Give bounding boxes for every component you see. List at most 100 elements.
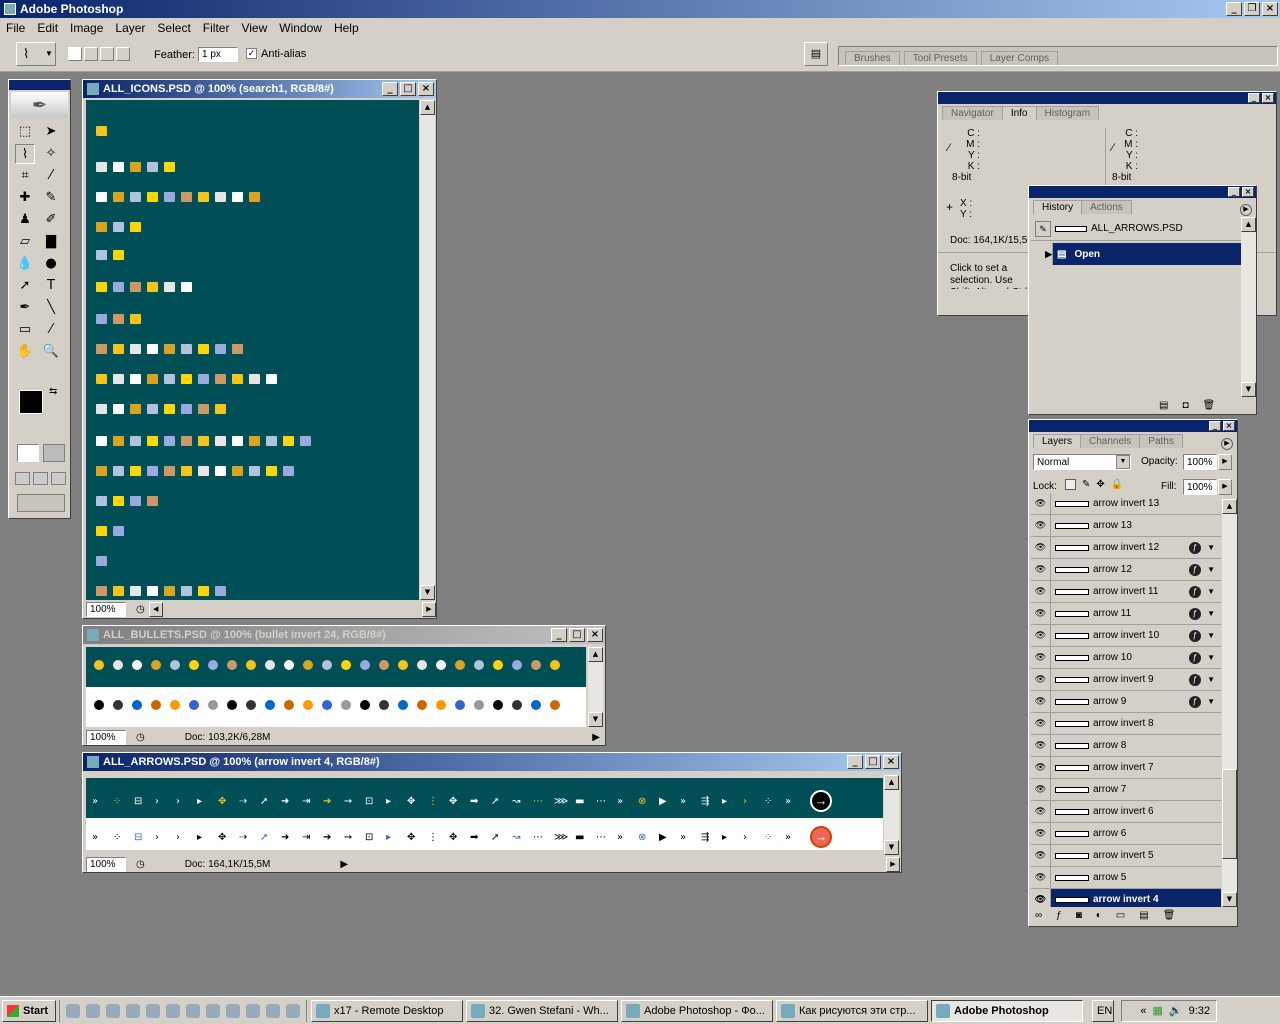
menu-image[interactable]: Image bbox=[64, 21, 109, 35]
sample-icon[interactable] bbox=[130, 436, 141, 446]
bullet-icon[interactable] bbox=[246, 700, 256, 710]
layer-row[interactable]: 👁 arrow invert 8 bbox=[1031, 713, 1221, 735]
chevron-down-icon[interactable]: ▼ bbox=[1207, 543, 1215, 552]
canvas-icons[interactable] bbox=[86, 100, 419, 600]
scroll-down-arrow[interactable]: ▼ bbox=[884, 840, 899, 855]
scroll-up-arrow[interactable]: ▲ bbox=[588, 647, 603, 662]
eye-icon[interactable]: 👁 bbox=[1031, 537, 1051, 558]
hand-icon[interactable]: ✋ bbox=[15, 342, 35, 362]
layer-row[interactable]: 👁 arrow 9 ƒ ▼ bbox=[1031, 691, 1221, 713]
tab-paths[interactable]: Paths bbox=[1139, 434, 1183, 448]
bullet-icon[interactable] bbox=[113, 660, 123, 670]
sample-icon[interactable] bbox=[96, 250, 107, 260]
eye-icon[interactable]: 👁 bbox=[1031, 801, 1051, 822]
link-icon[interactable]: ∞ bbox=[1035, 910, 1042, 921]
arrow-icon[interactable]: ➔ bbox=[323, 832, 339, 843]
bullet-icon[interactable] bbox=[303, 700, 313, 710]
menu-filter[interactable]: Filter bbox=[197, 21, 236, 35]
arrow-icon[interactable]: ▸ bbox=[197, 832, 213, 843]
sample-icon[interactable] bbox=[164, 374, 175, 384]
sample-icon[interactable] bbox=[96, 162, 107, 172]
camera-snapshot-icon[interactable]: ◘ bbox=[1182, 400, 1188, 411]
arrow-icon[interactable]: ➚ bbox=[260, 832, 276, 843]
sample-icon[interactable] bbox=[181, 436, 192, 446]
bullet-icon[interactable] bbox=[265, 700, 275, 710]
sample-icon[interactable] bbox=[96, 126, 107, 136]
minimize-button[interactable]: _ bbox=[382, 82, 398, 96]
add-selection-icon[interactable] bbox=[84, 47, 98, 61]
photoshop-icon[interactable] bbox=[166, 1003, 180, 1018]
sample-icon[interactable] bbox=[147, 282, 158, 292]
status-arrow-icon[interactable]: ▶ bbox=[592, 732, 600, 743]
desktop-icon[interactable] bbox=[66, 1003, 80, 1018]
bullet-icon[interactable] bbox=[227, 660, 237, 670]
bullet-icon[interactable] bbox=[341, 660, 351, 670]
arrow-icon[interactable]: ➡ bbox=[470, 832, 486, 843]
layer-effects-icon[interactable]: ƒ bbox=[1189, 563, 1201, 576]
scroll-up-arrow[interactable]: ▲ bbox=[1241, 217, 1256, 232]
crop-icon[interactable]: ⌗ bbox=[15, 166, 35, 186]
arrow-icon[interactable]: ⋮ bbox=[428, 796, 444, 807]
bullet-icon[interactable] bbox=[455, 700, 465, 710]
scroll-right-arrow[interactable]: ▶ bbox=[886, 856, 900, 872]
sample-icon[interactable] bbox=[215, 374, 226, 384]
layer-style-icon[interactable]: ƒ bbox=[1056, 910, 1062, 921]
arrow-icon[interactable]: ⋯ bbox=[533, 832, 549, 843]
eye-icon[interactable]: 👁 bbox=[1031, 625, 1051, 646]
antialias-checkbox[interactable]: ✓ bbox=[246, 48, 257, 59]
close-button[interactable]: × bbox=[1242, 187, 1254, 197]
arrow-icon[interactable]: ✥ bbox=[449, 832, 465, 843]
sample-icon[interactable] bbox=[147, 162, 158, 172]
move-icon[interactable]: ➤ bbox=[41, 122, 61, 142]
eye-icon[interactable]: 👁 bbox=[1031, 493, 1051, 514]
arrow-icon[interactable]: ⋙ bbox=[554, 832, 570, 843]
scroll-down-arrow[interactable]: ▼ bbox=[420, 585, 435, 600]
close-button[interactable]: × bbox=[883, 755, 899, 769]
canvas-arrows-light[interactable]: » ⁘ ⊟ › › ▸ ✥ ⇢ ➚ ➜ ⇥ ➔ ➙ ⊡ ▸ ✥ ⋮ ✥ ➡ ➚ ↝ ⋯ ⋙ ▬ ⋯ » ⊗ ▶ » ⇶ ▸ › ⁘ » → bbox=[86, 818, 883, 850]
layer-row[interactable]: 👁 arrow 13 bbox=[1031, 515, 1221, 537]
maximize-button[interactable]: □ bbox=[400, 82, 416, 96]
sample-icon[interactable] bbox=[181, 192, 192, 202]
scroll-up-arrow[interactable]: ▲ bbox=[420, 100, 435, 115]
sample-icon[interactable] bbox=[130, 466, 141, 476]
bullet-icon[interactable] bbox=[550, 700, 560, 710]
trash-icon[interactable]: 🗑 bbox=[1203, 400, 1216, 411]
opacity-input[interactable]: 100% bbox=[1183, 454, 1217, 470]
layer-row[interactable]: 👁 arrow 12 ƒ ▼ bbox=[1031, 559, 1221, 581]
layer-row[interactable]: 👁 arrow invert 10 ƒ ▼ bbox=[1031, 625, 1221, 647]
close-button[interactable]: × bbox=[1262, 2, 1278, 16]
history-snapshot[interactable]: ✎ ALL_ARROWS.PSD bbox=[1031, 217, 1241, 241]
sample-icon[interactable] bbox=[96, 404, 107, 414]
bullet-icon[interactable] bbox=[455, 660, 465, 670]
healing-brush-icon[interactable]: ✚ bbox=[15, 188, 35, 208]
sample-icon[interactable] bbox=[113, 586, 124, 596]
sample-icon[interactable] bbox=[164, 344, 175, 354]
sample-icon[interactable] bbox=[215, 586, 226, 596]
arrow-icon[interactable]: ⇢ bbox=[239, 832, 255, 843]
chevron-down-icon[interactable]: ▼ bbox=[1207, 631, 1215, 640]
arrow-icon[interactable]: ➜ bbox=[281, 832, 297, 843]
bullet-icon[interactable] bbox=[265, 660, 275, 670]
bullet-icon[interactable] bbox=[322, 700, 332, 710]
layer-effects-icon[interactable]: ƒ bbox=[1189, 673, 1201, 686]
subtract-selection-icon[interactable] bbox=[100, 47, 114, 61]
brush-icon[interactable]: ✎ bbox=[41, 188, 61, 208]
palette-well-tab[interactable]: Tool Presets bbox=[903, 51, 977, 65]
bullet-icon[interactable] bbox=[341, 700, 351, 710]
sample-icon[interactable] bbox=[198, 404, 209, 414]
bullet-icon[interactable] bbox=[550, 660, 560, 670]
feather-input[interactable]: 1 px bbox=[198, 47, 238, 62]
arrow-icon[interactable]: ▬ bbox=[575, 832, 591, 843]
arrow-icon[interactable]: ⇥ bbox=[302, 796, 318, 807]
sample-icon[interactable] bbox=[181, 586, 192, 596]
menu-file[interactable]: File bbox=[0, 21, 31, 35]
minimize-button[interactable]: _ bbox=[1209, 421, 1221, 431]
arrow-icon[interactable]: ⊟ bbox=[134, 796, 150, 807]
arrow-icon[interactable]: ▸ bbox=[197, 796, 213, 807]
sample-icon[interactable] bbox=[96, 466, 107, 476]
vertical-scrollbar[interactable]: ▲ ▼ bbox=[420, 100, 435, 600]
arrow-icon[interactable]: ➡ bbox=[470, 796, 486, 807]
bullet-icon[interactable] bbox=[379, 700, 389, 710]
layer-effects-icon[interactable]: ƒ bbox=[1189, 607, 1201, 620]
arrow-icon[interactable]: ✥ bbox=[449, 796, 465, 807]
